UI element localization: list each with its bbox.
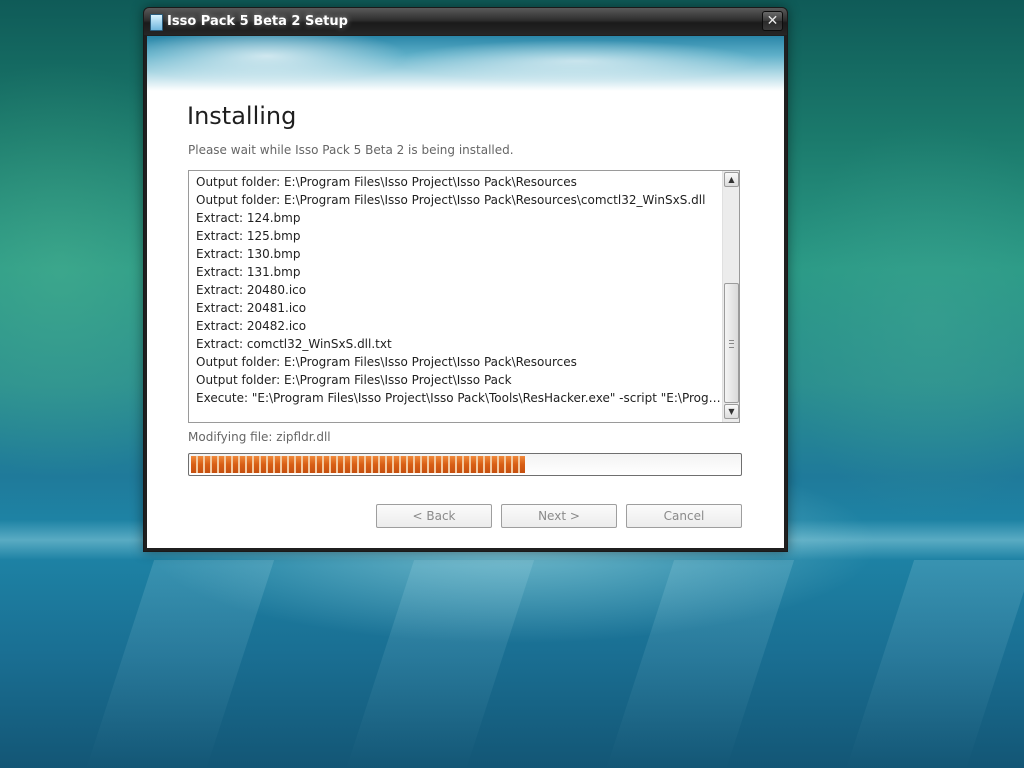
wallpaper-ray [605,560,795,768]
back-button[interactable]: < Back [376,504,492,528]
setup-window: Isso Pack 5 Beta 2 Setup ✕ Installing Pl… [143,7,788,552]
close-icon: ✕ [766,13,779,29]
log-line: Extract: 124.bmp [196,211,301,225]
scroll-thumb[interactable] [724,283,739,403]
next-button[interactable]: Next > [501,504,617,528]
install-progress-bar [188,453,742,476]
scroll-down-button[interactable]: ▼ [724,404,739,419]
log-vertical-scrollbar[interactable]: ▲ ▼ [722,171,739,422]
wallpaper-glow-right [780,120,1024,520]
log-line: Extract: 125.bmp [196,229,301,243]
chevron-down-icon: ▼ [728,407,735,416]
installer-app-icon [150,14,163,31]
grip-icon [729,340,734,348]
log-lines: Output folder: E:\Program Files\Isso Pro… [196,173,721,407]
log-line: Output folder: E:\Program Files\Isso Pro… [196,355,577,369]
log-line: Extract: 20482.ico [196,319,307,333]
dialog-content: Installing Please wait while Isso Pack 5… [147,36,784,548]
cancel-button[interactable]: Cancel [626,504,742,528]
chevron-up-icon: ▲ [728,175,735,184]
log-line: Extract: comctl32_WinSxS.dll.txt [196,337,392,351]
page-title: Installing [187,102,297,130]
window-title: Isso Pack 5 Beta 2 Setup [167,14,348,29]
log-line: Extract: 131.bmp [196,265,301,279]
log-line: Output folder: E:\Program Files\Isso Pro… [196,175,577,189]
log-line: Output folder: E:\Program Files\Isso Pro… [196,193,706,207]
install-log-list[interactable]: Output folder: E:\Program Files\Isso Pro… [188,170,740,423]
scroll-up-button[interactable]: ▲ [724,172,739,187]
log-line: Execute: "E:\Program Files\Isso Project\… [196,391,721,405]
wallpaper-ray [345,560,535,768]
close-button[interactable]: ✕ [762,11,783,31]
log-line: Output folder: E:\Program Files\Isso Pro… [196,373,512,387]
progress-bar-fill [191,456,526,473]
title-bar[interactable]: Isso Pack 5 Beta 2 Setup ✕ [144,8,787,35]
log-line: Extract: 20481.ico [196,301,307,315]
wallpaper-ray [85,560,275,768]
log-line: Extract: 20480.ico [196,283,307,297]
page-subtitle: Please wait while Isso Pack 5 Beta 2 is … [188,143,514,157]
header-banner [147,36,784,91]
log-line: Extract: 130.bmp [196,247,301,261]
current-action-label: Modifying file: zipfldr.dll [188,430,331,444]
wallpaper-ray [845,560,1024,768]
